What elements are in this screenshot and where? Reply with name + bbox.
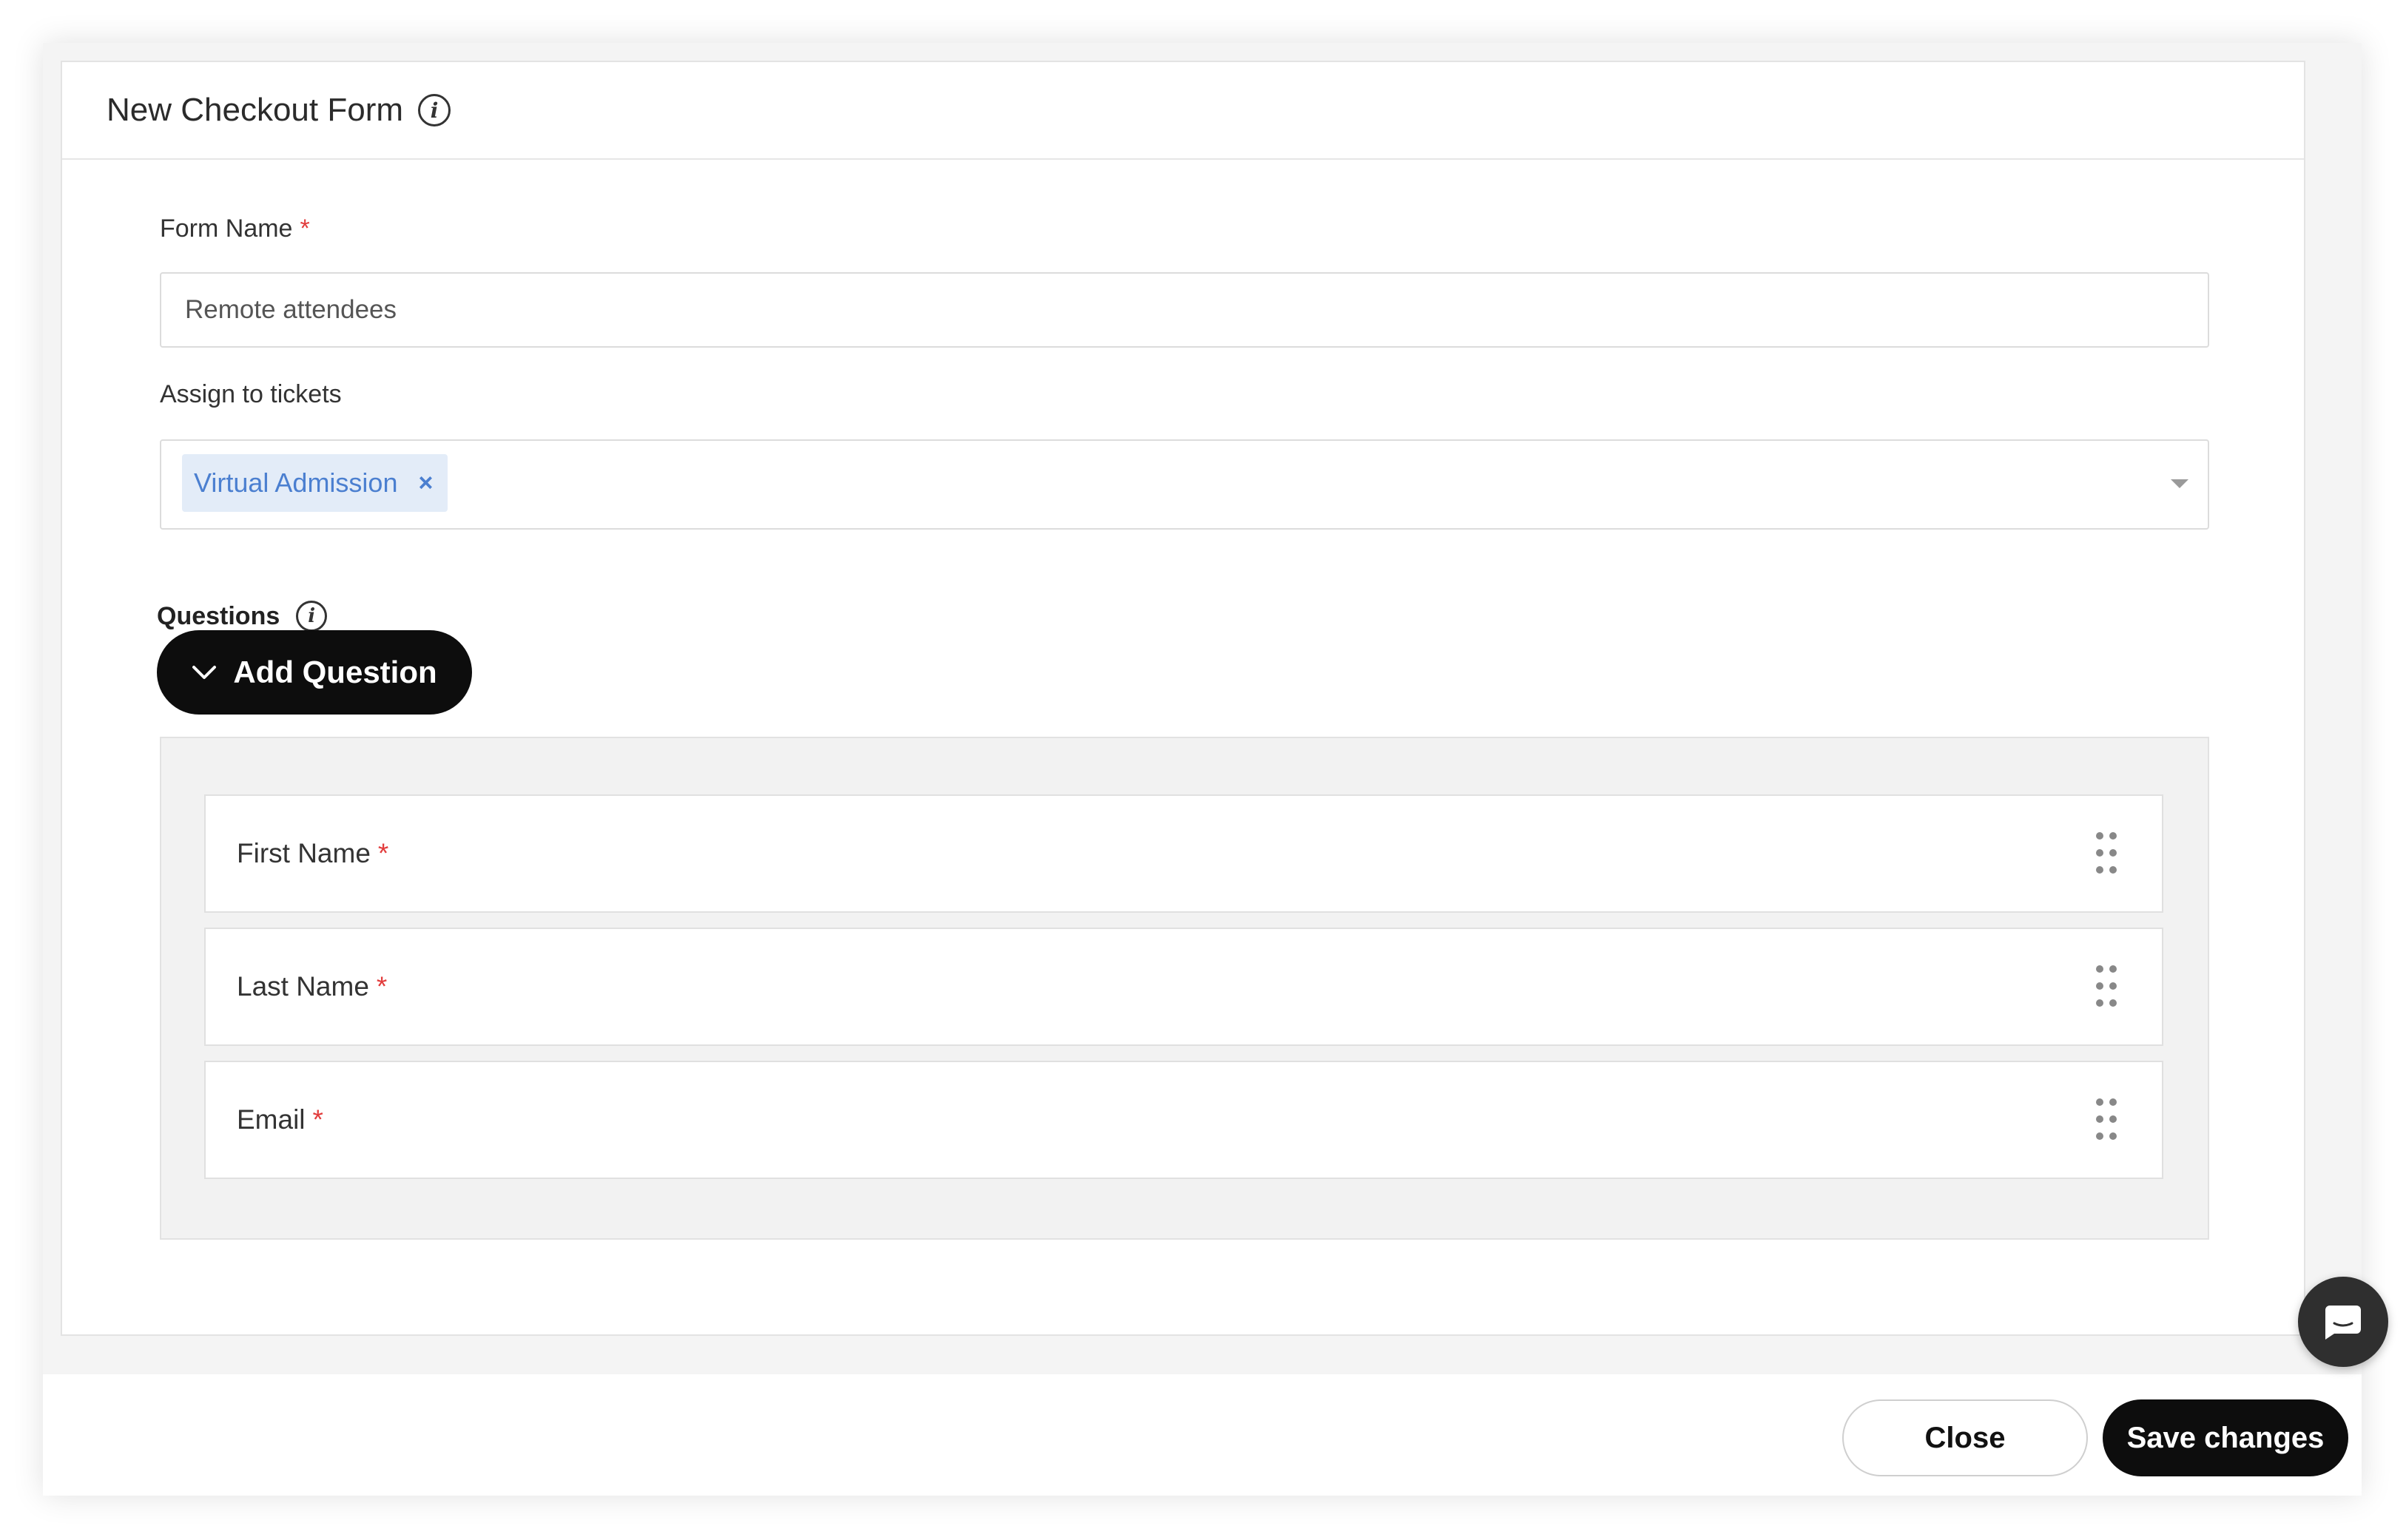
drag-handle-icon[interactable] [2095,831,2117,874]
remove-tag-icon[interactable]: × [418,469,433,498]
chat-launcher-button[interactable] [2298,1277,2388,1367]
save-changes-button[interactable]: Save changes [2103,1399,2348,1476]
modal-header: New Checkout Form i [62,62,2304,160]
chevron-down-icon [192,666,217,679]
modal-title: New Checkout Form [107,92,404,128]
drag-handle-icon[interactable] [2095,1098,2117,1141]
question-item-first-name[interactable]: First Name * [204,794,2163,913]
info-icon[interactable]: i [296,601,328,632]
chat-icon [2325,1306,2361,1340]
form-name-input[interactable] [160,272,2209,348]
ticket-tag-virtual-admission: Virtual Admission × [182,454,448,512]
assign-tickets-label: Assign to tickets [160,380,342,408]
required-marker: * [376,971,388,1002]
add-question-label: Add Question [233,655,437,689]
questions-list: First Name * Last Name * Email * [160,737,2209,1240]
question-label: Last Name [237,971,369,1002]
question-item-email[interactable]: Email * [204,1061,2163,1179]
form-name-label: Form Name * [160,215,310,243]
form-card: New Checkout Form i Form Name* Assign to… [61,61,2305,1336]
assign-tickets-select[interactable]: Virtual Admission × [160,439,2209,530]
checkout-form-modal: New Checkout Form i Form Name* Assign to… [43,43,2388,1496]
required-marker: * [377,838,389,868]
required-marker: * [300,215,310,243]
questions-heading: Questions i [157,601,328,632]
question-label: Email [237,1104,306,1135]
form-name-label-text: Form Name [160,215,293,243]
add-question-button[interactable]: Add Question [157,630,472,715]
modal-footer: Close Save changes [43,1374,2362,1496]
questions-label: Questions [157,601,280,630]
close-button[interactable]: Close [1842,1399,2088,1476]
ticket-tag-label: Virtual Admission [194,467,398,498]
drag-handle-icon[interactable] [2095,965,2117,1007]
dropdown-caret-icon[interactable] [2171,479,2188,488]
required-marker: * [312,1104,323,1135]
question-label: First Name [237,838,371,868]
question-item-last-name[interactable]: Last Name * [204,928,2163,1046]
info-icon[interactable]: i [418,94,451,126]
